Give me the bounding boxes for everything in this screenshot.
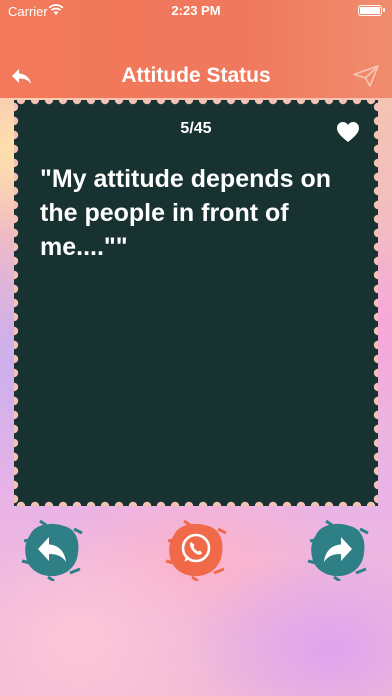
whatsapp-icon [165, 519, 227, 581]
top-bar: Carrier 2:23 PM Attitude Status [0, 0, 392, 98]
status-time: 2:23 PM [171, 3, 221, 18]
reply-arrow-icon [21, 519, 83, 581]
quote-counter: 5/45 [180, 120, 212, 137]
forward-arrow-icon [307, 519, 369, 581]
previous-button[interactable] [20, 517, 84, 581]
next-button[interactable] [306, 517, 370, 581]
favorite-heart-icon[interactable] [336, 121, 360, 143]
page-title: Attitude Status [121, 64, 271, 87]
whatsapp-share-button[interactable] [164, 517, 228, 581]
quote-card [14, 100, 378, 506]
send-button[interactable] [352, 64, 380, 88]
quote-text: "My attitude depends on the people in fr… [40, 165, 332, 261]
battery-icon [358, 5, 385, 16]
status-bar: Carrier 2:23 PM [0, 0, 392, 22]
navigation-bar: Attitude Status [0, 58, 392, 98]
